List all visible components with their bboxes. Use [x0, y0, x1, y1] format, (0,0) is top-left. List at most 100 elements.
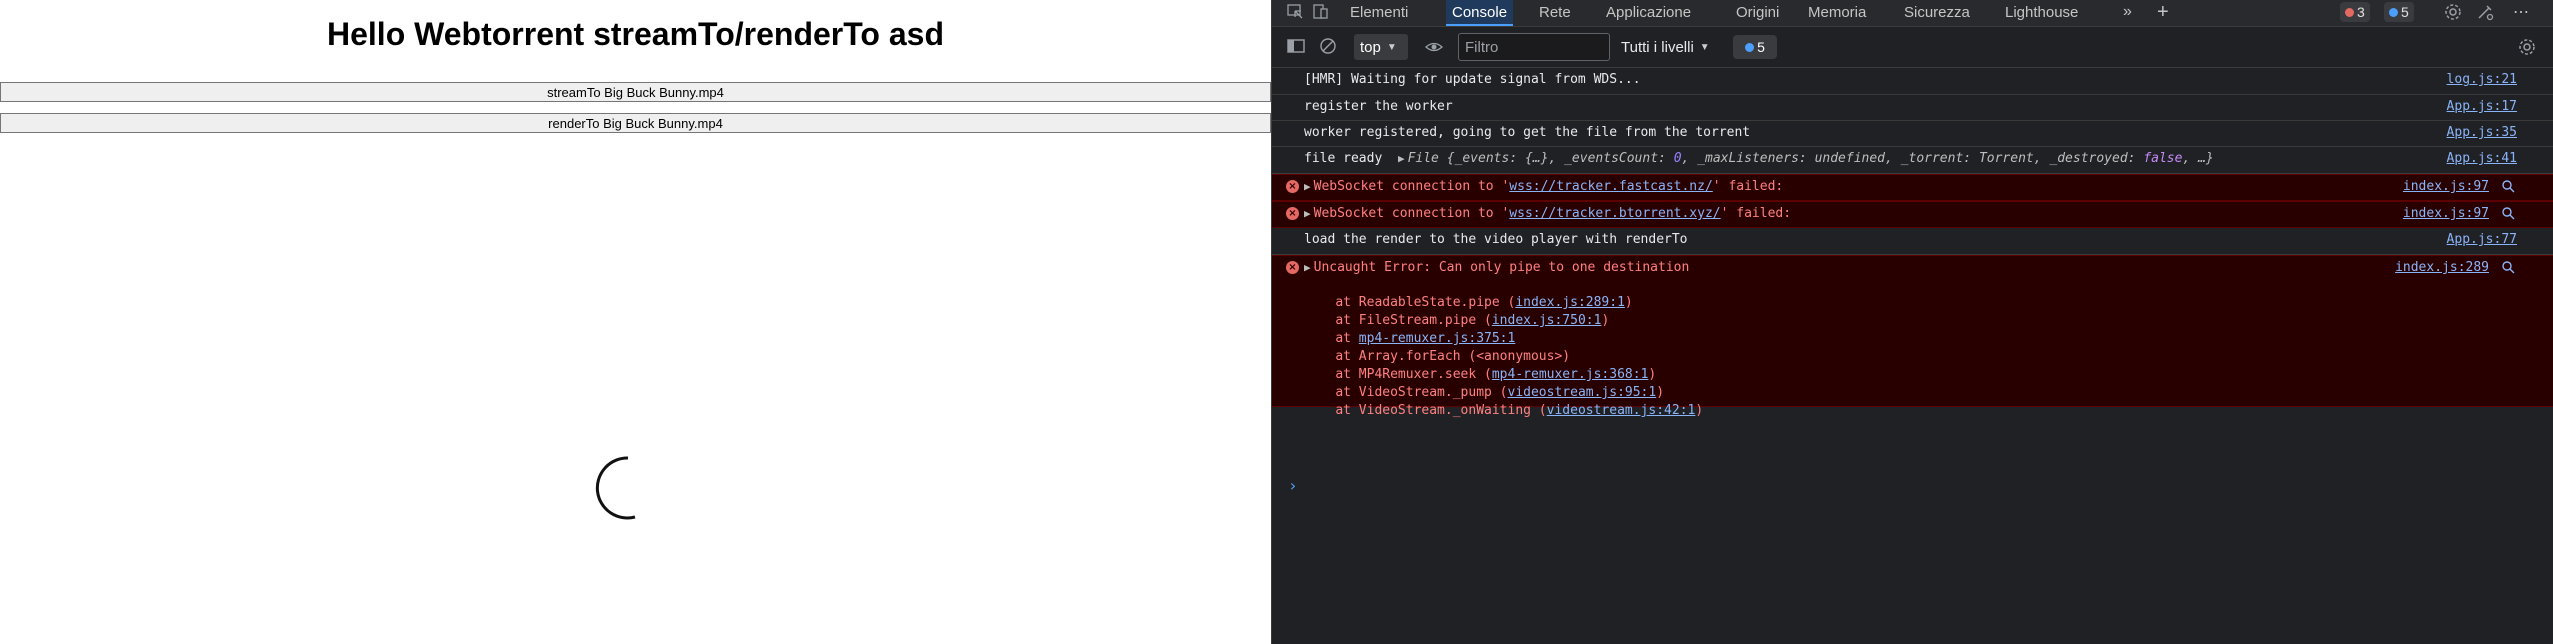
console-toolbar: top ▼ Tutti i livelli ▼ 5 — [1272, 27, 2553, 68]
frame-link[interactable]: mp4-remuxer.js:375:1 — [1359, 331, 1516, 346]
error-icon: × — [1286, 180, 1299, 193]
console-message-text: file ready ▶ File {_events: {…}, _eventsC… — [1304, 151, 2214, 166]
expand-triangle-icon[interactable]: ▶ — [1304, 207, 1311, 220]
frame-text: at Array.forEach (<anonymous>) — [1335, 349, 1571, 364]
frame-text: at MP4Remuxer.seek ( — [1335, 367, 1492, 382]
customize-icon[interactable] — [2475, 2, 2495, 22]
tab-lighthouse[interactable]: Lighthouse — [1999, 0, 2084, 24]
error-dot-icon — [2345, 7, 2354, 17]
uncaught-error-text: Uncaught Error: Can only pipe to one des… — [1313, 260, 1690, 275]
source-link[interactable]: index.js:289 — [2395, 260, 2489, 275]
console-message: worker registered, going to get the file… — [1272, 121, 2553, 147]
message-dot-icon — [2389, 7, 2398, 17]
chevron-down-icon: ▼ — [1699, 41, 1710, 53]
frame-text: at VideoStream._pump ( — [1335, 385, 1508, 400]
tab-console[interactable]: Console — [1446, 0, 1514, 26]
frame-link[interactable]: index.js:289:1 — [1515, 295, 1625, 310]
tracker-url-link[interactable]: wss://tracker.fastcast.nz/ — [1509, 179, 1713, 194]
source-link[interactable]: index.js:97 — [2403, 179, 2489, 194]
object-events-count-key: _eventsCount: — [1564, 151, 1666, 166]
stack-frame: at VideoStream._onWaiting (videostream.j… — [1304, 402, 1703, 420]
console-message: [HMR] Waiting for update signal from WDS… — [1272, 68, 2553, 95]
log-levels-label: Tutti i livelli — [1621, 38, 1694, 56]
device-toolbar-icon[interactable] — [1311, 2, 1331, 22]
object-prefix: File { — [1407, 151, 1455, 166]
issues-button[interactable]: 5 — [1733, 35, 1777, 59]
file-ready-text: file ready — [1304, 151, 1383, 166]
expand-triangle-icon[interactable]: ▶ — [1304, 180, 1311, 193]
source-link[interactable]: index.js:97 — [2403, 206, 2489, 221]
frame-link[interactable]: mp4-remuxer.js:368:1 — [1492, 367, 1649, 382]
settings-gear-icon[interactable] — [2443, 2, 2463, 22]
stack-frame: at MP4Remuxer.seek (mp4-remuxer.js:368:1… — [1304, 366, 1703, 384]
console-message-text: worker registered, going to get the file… — [1304, 125, 1751, 140]
message-count-badge[interactable]: 5 — [2384, 2, 2414, 22]
error-count: 3 — [2357, 4, 2365, 20]
console-error: × ▶ Uncaught Error: Can only pipe to one … — [1272, 255, 2553, 418]
search-icon[interactable] — [2501, 260, 2515, 274]
tab-application[interactable]: Applicazione — [1600, 0, 1697, 24]
console-settings-gear-icon[interactable] — [2517, 37, 2537, 57]
tracker-url-link[interactable]: wss://tracker.btorrent.xyz/ — [1509, 206, 1720, 221]
console-message-text: [HMR] Waiting for update signal from WDS… — [1304, 72, 1641, 87]
stack-frame: at mp4-remuxer.js:375:1 — [1304, 330, 1703, 348]
chevron-down-icon: ▼ — [1386, 41, 1397, 53]
frame-suffix: ) — [1648, 367, 1657, 382]
source-link[interactable]: App.js:35 — [2447, 125, 2517, 140]
expand-triangle-icon[interactable]: ▶ — [1304, 261, 1311, 274]
filter-input[interactable] — [1458, 33, 1610, 61]
error-count-badge[interactable]: 3 — [2340, 2, 2370, 22]
tab-security[interactable]: Sicurezza — [1898, 0, 1976, 24]
stream-to-button[interactable]: streamTo Big Buck Bunny.mp4 — [0, 82, 1271, 102]
search-icon[interactable] — [2501, 206, 2515, 220]
frame-link[interactable]: videostream.js:42:1 — [1547, 403, 1696, 418]
object-torrent: _torrent: Torrent — [1900, 151, 2034, 166]
source-link[interactable]: App.js:41 — [2447, 151, 2517, 166]
object-events: _events: {…} — [1454, 151, 1549, 166]
inspect-element-icon[interactable] — [1285, 2, 1305, 22]
frame-link[interactable]: videostream.js:95:1 — [1508, 385, 1657, 400]
tab-elements[interactable]: Elementi — [1344, 0, 1414, 24]
frame-suffix: ) — [1656, 385, 1665, 400]
sidebar-toggle-icon[interactable] — [1286, 36, 1306, 56]
tab-network[interactable]: Rete — [1533, 0, 1577, 24]
console-message: file ready ▶ File {_events: {…}, _eventsC… — [1272, 147, 2553, 174]
frame-text: at FileStream.pipe ( — [1335, 313, 1492, 328]
frame-text: at — [1335, 331, 1359, 346]
more-tabs-chevron-icon[interactable]: » — [2117, 0, 2138, 24]
error-icon: × — [1286, 207, 1299, 220]
devtools-tabbar: Elementi Console Rete Applicazione Origi… — [1272, 0, 2553, 27]
search-icon[interactable] — [2501, 179, 2515, 193]
page-title: Hello Webtorrent streamTo/renderTo asd — [327, 16, 944, 52]
console-prompt-chevron-icon[interactable]: › — [1288, 476, 1298, 495]
render-to-button[interactable]: renderTo Big Buck Bunny.mp4 — [0, 113, 1271, 133]
frame-link[interactable]: index.js:750:1 — [1492, 313, 1602, 328]
more-options-icon[interactable]: ⋯ — [2507, 0, 2535, 24]
source-link[interactable]: log.js:21 — [2447, 72, 2517, 87]
object-destroyed-value: false — [2143, 151, 2183, 166]
tab-sources[interactable]: Origini — [1730, 0, 1785, 24]
console-error-text: ▶ Uncaught Error: Can only pipe to one de… — [1304, 260, 1689, 275]
source-link[interactable]: App.js:77 — [2447, 232, 2517, 247]
clear-console-icon[interactable] — [1318, 36, 1338, 56]
frame-text: at VideoStream._onWaiting ( — [1335, 403, 1547, 418]
object-suffix: , …} — [2182, 151, 2214, 166]
context-value: top — [1360, 38, 1381, 56]
stack-frame: at Array.forEach (<anonymous>) — [1304, 348, 1703, 366]
add-tab-plus-icon[interactable]: + — [2151, 0, 2175, 24]
error-suffix: ' failed: — [1720, 206, 1792, 221]
object-max-listeners: _maxListeners: undefined — [1697, 151, 1886, 166]
error-icon: × — [1286, 261, 1299, 274]
context-select[interactable]: top ▼ — [1354, 34, 1408, 60]
tab-memory[interactable]: Memoria — [1802, 0, 1872, 24]
console-error-text: ▶ WebSocket connection to 'wss://tracker.… — [1304, 206, 1791, 221]
console-message-text: register the worker — [1304, 99, 1453, 114]
frame-suffix: ) — [1601, 313, 1610, 328]
source-link[interactable]: App.js:17 — [2447, 99, 2517, 114]
log-levels-dropdown[interactable]: Tutti i livelli ▼ — [1621, 34, 1710, 60]
expand-triangle-icon[interactable]: ▶ — [1398, 152, 1405, 165]
live-expression-eye-icon[interactable] — [1424, 37, 1444, 57]
console-output: [HMR] Waiting for update signal from WDS… — [1272, 68, 2553, 644]
stack-frame: at VideoStream._pump (videostream.js:95:… — [1304, 384, 1703, 402]
message-count: 5 — [2401, 4, 2409, 20]
